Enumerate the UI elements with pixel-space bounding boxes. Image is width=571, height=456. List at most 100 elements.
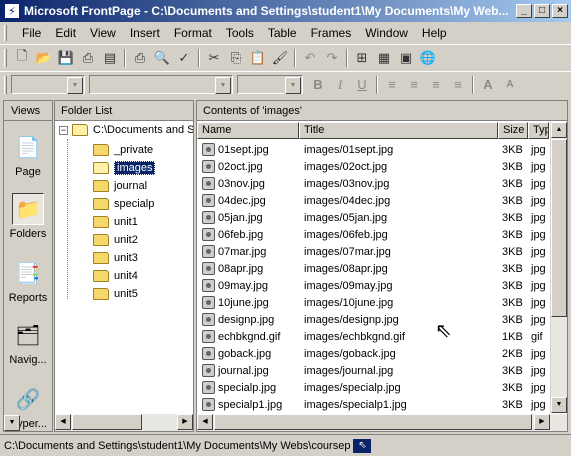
file-row[interactable]: 05jan.jpg images/05jan.jpg 3KB jpg [197, 209, 549, 226]
menu-table[interactable]: Table [261, 26, 304, 40]
align-center-icon[interactable]: ≡ [403, 74, 425, 96]
hyperlink-icon[interactable]: 🌐 [417, 47, 439, 69]
folder-list-hscrollbar[interactable]: ◀ ▶ [55, 414, 193, 431]
scroll-down-button[interactable]: ▼ [551, 397, 567, 413]
folder-item-journal[interactable]: journal [93, 178, 147, 194]
toolbar-grip[interactable] [4, 75, 7, 94]
scroll-thumb[interactable] [551, 139, 567, 317]
file-row[interactable]: echbkgnd.gif images/echbkgnd.gif 1KB gif [197, 328, 549, 345]
file-row[interactable]: specialp1.jpg images/specialp1.jpg 3KB jpg [197, 396, 549, 413]
underline-button[interactable]: U [351, 74, 373, 96]
folder-item-unit5[interactable]: unit5 [93, 286, 138, 302]
folder-item-images[interactable]: images [93, 160, 156, 176]
scroll-right-button[interactable]: ▶ [177, 414, 193, 430]
spelling-icon[interactable]: ✓ [173, 47, 195, 69]
menu-view[interactable]: View [83, 26, 123, 40]
menu-insert[interactable]: Insert [123, 26, 167, 40]
folder-item-unit4[interactable]: unit4 [93, 268, 138, 284]
file-row[interactable]: designp.jpg images/designp.jpg 3KB jpg [197, 311, 549, 328]
file-size: 3KB [502, 364, 523, 377]
toolbar-grip[interactable] [4, 48, 7, 67]
redo-icon[interactable]: ↷ [321, 47, 343, 69]
bold-button[interactable]: B [307, 74, 329, 96]
folder-list-icon[interactable]: ▤ [99, 47, 121, 69]
scroll-left-button[interactable]: ◀ [55, 414, 71, 430]
contents-hscrollbar[interactable]: ◀ ▶ [197, 414, 567, 431]
contents-vscrollbar[interactable]: ▲ ▼ [550, 122, 567, 413]
column-title-header[interactable]: Title [299, 122, 498, 139]
file-row[interactable]: 10june.jpg images/10june.jpg 3KB jpg [197, 294, 549, 311]
cut-icon[interactable]: ✂ [203, 47, 225, 69]
font-select[interactable] [89, 75, 233, 94]
increase-font-icon[interactable]: A [477, 74, 499, 96]
file-row[interactable]: 01sept.jpg images/01sept.jpg 3KB jpg [197, 141, 549, 158]
file-row[interactable]: 04dec.jpg images/04dec.jpg 3KB jpg [197, 192, 549, 209]
minimize-button[interactable]: _ [516, 4, 532, 18]
open-icon[interactable]: 📂 [33, 47, 55, 69]
folder-item-specialp[interactable]: specialp [93, 196, 154, 212]
file-title: images/08apr.jpg [304, 262, 388, 275]
file-row[interactable]: goback.jpg images/goback.jpg 2KB jpg [197, 345, 549, 362]
file-row[interactable]: 09may.jpg images/09may.jpg 3KB jpg [197, 277, 549, 294]
undo-icon[interactable]: ↶ [299, 47, 321, 69]
menu-grip[interactable] [4, 25, 7, 41]
format-painter-icon[interactable]: 🖌 [269, 47, 291, 69]
view-navigation[interactable]: 🗂 Navig... [4, 319, 52, 367]
file-row[interactable]: 03nov.jpg images/03nov.jpg 3KB jpg [197, 175, 549, 192]
align-left-icon[interactable]: ≡ [381, 74, 403, 96]
menu-format[interactable]: Format [167, 26, 219, 40]
menu-frames[interactable]: Frames [304, 26, 359, 40]
menu-edit[interactable]: Edit [48, 26, 83, 40]
copy-icon[interactable]: ⎘ [225, 47, 247, 69]
file-row[interactable]: specialp.jpg images/specialp.jpg 3KB jpg [197, 379, 549, 396]
column-size-header[interactable]: Size [498, 122, 528, 139]
folder-icon [93, 144, 109, 156]
file-row[interactable]: 07mar.jpg images/07mar.jpg 3KB jpg [197, 243, 549, 260]
publish-icon[interactable]: ⎙ [77, 47, 99, 69]
views-scroll-down-button[interactable]: ▼ [4, 415, 20, 431]
menu-tools[interactable]: Tools [219, 26, 261, 40]
scroll-thumb[interactable] [72, 414, 142, 430]
file-row[interactable]: 08apr.jpg images/08apr.jpg 3KB jpg [197, 260, 549, 277]
scroll-thumb[interactable] [214, 414, 532, 430]
close-button[interactable]: × [552, 4, 568, 18]
align-right-icon[interactable]: ≡ [425, 74, 447, 96]
insert-table-icon[interactable]: ▦ [373, 47, 395, 69]
file-row[interactable]: 02oct.jpg images/02oct.jpg 3KB jpg [197, 158, 549, 175]
folder-item-unit1[interactable]: unit1 [93, 214, 138, 230]
scroll-right-button[interactable]: ▶ [534, 414, 550, 430]
file-name: 10june.jpg [218, 296, 269, 309]
insert-picture-icon[interactable]: ▣ [395, 47, 417, 69]
folder-item-unit2[interactable]: unit2 [93, 232, 138, 248]
view-folders[interactable]: 📁 Folders [4, 193, 52, 240]
scroll-up-button[interactable]: ▲ [551, 122, 567, 138]
view-reports[interactable]: 📑 Reports [4, 257, 52, 305]
menu-window[interactable]: Window [358, 26, 415, 40]
style-select[interactable] [11, 75, 85, 94]
menu-file[interactable]: File [15, 26, 48, 40]
scroll-left-button[interactable]: ◀ [197, 414, 213, 430]
save-icon[interactable]: 💾 [55, 47, 77, 69]
font-size-select[interactable] [237, 75, 303, 94]
insert-component-icon[interactable]: ⊞ [351, 47, 373, 69]
file-row[interactable]: 06feb.jpg images/06feb.jpg 3KB jpg [197, 226, 549, 243]
decrease-font-icon[interactable]: A [499, 74, 521, 96]
maximize-button[interactable]: □ [534, 4, 550, 18]
preview-icon[interactable]: 🔍 [151, 47, 173, 69]
tree-root[interactable]: − C:\Documents and S [59, 124, 193, 136]
paste-icon[interactable]: 📋 [247, 47, 269, 69]
file-name-cell: 08apr.jpg [197, 262, 299, 275]
justify-icon[interactable]: ≡ [447, 74, 469, 96]
italic-button[interactable]: I [329, 74, 351, 96]
print-icon[interactable]: ⎙ [129, 47, 151, 69]
folder-item-unit3[interactable]: unit3 [93, 250, 138, 266]
collapse-toggle[interactable]: − [59, 125, 68, 135]
folder-item-private[interactable]: _private [93, 142, 153, 158]
new-page-icon[interactable]: 🗋 [11, 47, 33, 69]
menu-help[interactable]: Help [415, 26, 454, 40]
view-page[interactable]: 📄 Page [4, 131, 52, 179]
column-name-header[interactable]: Name [197, 122, 299, 139]
column-type-header[interactable]: Typ [528, 122, 549, 139]
file-row[interactable]: journal.jpg images/journal.jpg 3KB jpg [197, 362, 549, 379]
menu-bar: File Edit View Insert Format Tools Table… [0, 22, 571, 44]
